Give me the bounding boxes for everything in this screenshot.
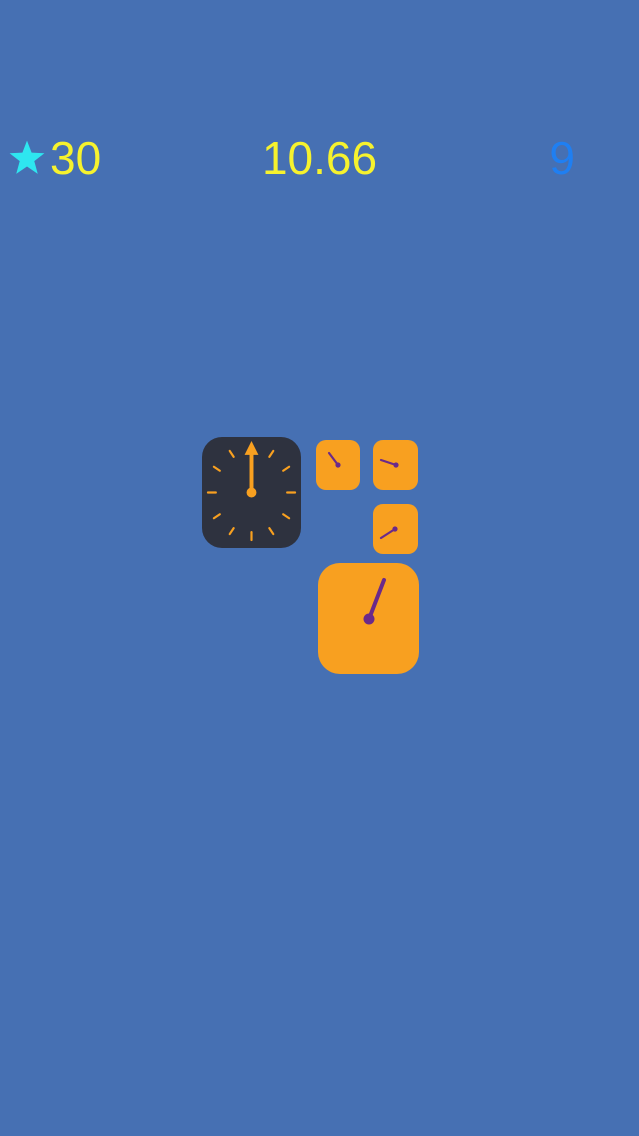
clock-face xyxy=(363,578,386,625)
clock-hand xyxy=(244,441,259,498)
clock-face xyxy=(379,526,398,540)
clock-small-2[interactable] xyxy=(373,440,418,490)
clock-face xyxy=(379,458,399,468)
clock-face xyxy=(327,451,341,468)
clock-small-3[interactable] xyxy=(373,504,418,554)
clock-large[interactable] xyxy=(318,563,419,674)
target-clock-dark[interactable] xyxy=(202,437,301,548)
clock-small-1[interactable] xyxy=(316,440,360,490)
timer-value: 10.66 xyxy=(261,132,378,184)
clock-face xyxy=(206,441,297,542)
level-value: 9 xyxy=(549,132,575,184)
